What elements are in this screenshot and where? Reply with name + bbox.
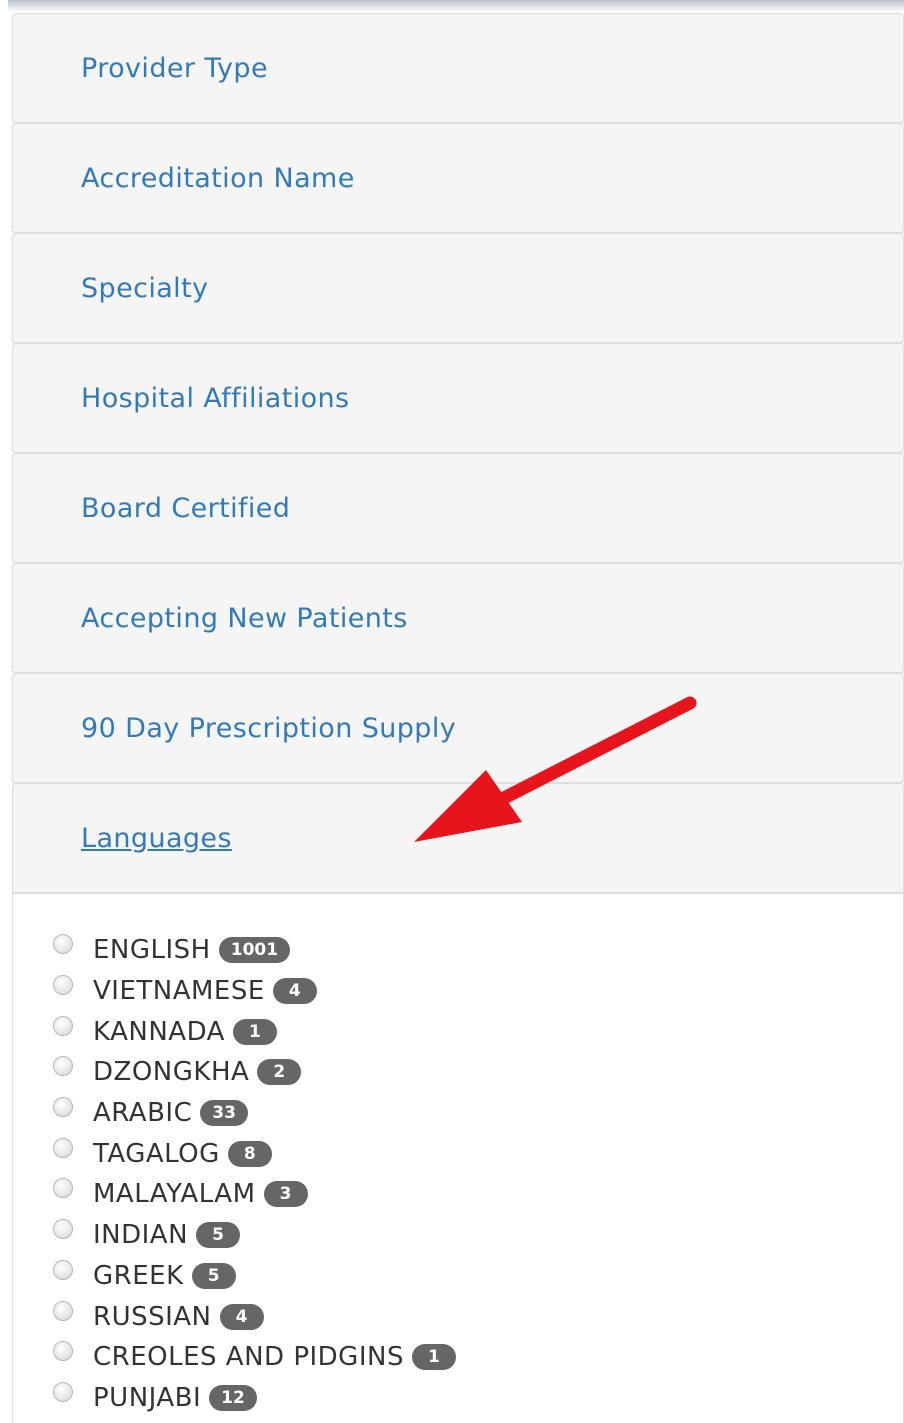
count-badge: 5: [196, 1222, 241, 1249]
language-option[interactable]: GREEK 5: [53, 1256, 903, 1297]
language-label: DZONGKHA: [93, 1057, 250, 1088]
filter-panel-specialty[interactable]: Specialty: [12, 233, 904, 343]
language-option[interactable]: VIETNAMESE 4: [53, 971, 903, 1012]
count-badge: 2: [257, 1059, 302, 1086]
language-label: ENGLISH: [93, 935, 211, 966]
language-option[interactable]: PUNJABI 12: [53, 1378, 903, 1419]
count-badge: 1: [232, 1018, 277, 1045]
language-label: PUNJABI: [93, 1382, 202, 1413]
filter-panel-accepting-new-patients[interactable]: Accepting New Patients: [12, 563, 904, 673]
filter-link-board-certified[interactable]: Board Certified: [81, 493, 290, 524]
language-option[interactable]: DZONGKHA 2: [53, 1052, 903, 1093]
radio-button[interactable]: [53, 1056, 73, 1077]
filter-link-specialty[interactable]: Specialty: [81, 273, 208, 304]
count-badge: 5: [191, 1262, 236, 1289]
radio-button[interactable]: [53, 934, 73, 955]
language-label: VIETNAMESE: [93, 976, 265, 1007]
language-label: INDIAN: [93, 1220, 189, 1251]
count-badge: 12: [209, 1384, 257, 1411]
language-option[interactable]: ENGLISH 1001: [53, 930, 903, 971]
language-label: KANNADA: [93, 1016, 225, 1047]
radio-button[interactable]: [53, 1137, 73, 1158]
radio-button[interactable]: [53, 1219, 73, 1240]
filter-link-90-day-prescription-supply[interactable]: 90 Day Prescription Supply: [81, 713, 456, 744]
language-option[interactable]: INDIAN 5: [53, 1215, 903, 1256]
count-badge: 4: [272, 978, 317, 1005]
radio-button[interactable]: [53, 1341, 73, 1362]
radio-button[interactable]: [53, 1259, 73, 1280]
count-badge: 33: [200, 1100, 248, 1127]
language-option[interactable]: MALAYALAM 3: [53, 1174, 903, 1215]
top-edge-shadow: [8, 0, 904, 12]
language-label: RUSSIAN: [93, 1301, 212, 1332]
language-option[interactable]: RUSSIAN 4: [53, 1296, 903, 1337]
language-option[interactable]: CREOLES AND PIDGINS 1: [53, 1337, 903, 1378]
language-label: TAGALOG: [93, 1138, 220, 1169]
language-label: CREOLES AND PIDGINS: [93, 1342, 404, 1373]
count-badge: 8: [227, 1140, 272, 1167]
count-badge: 3: [263, 1181, 308, 1208]
radio-button[interactable]: [53, 975, 73, 996]
filter-link-hospital-affiliations[interactable]: Hospital Affiliations: [81, 383, 350, 414]
language-option[interactable]: ARABIC 33: [53, 1093, 903, 1134]
count-badge: 4: [219, 1303, 264, 1330]
filter-panel-languages[interactable]: Languages: [12, 783, 904, 893]
language-option[interactable]: KANNADA 1: [53, 1011, 903, 1052]
filter-link-accreditation-name[interactable]: Accreditation Name: [81, 163, 355, 194]
count-badge: 1: [411, 1344, 456, 1371]
language-label: MALAYALAM: [93, 1179, 256, 1210]
count-badge: 1001: [218, 937, 291, 964]
filter-accordion: Provider Type Accreditation Name Special…: [12, 13, 904, 1423]
filter-link-accepting-new-patients[interactable]: Accepting New Patients: [81, 603, 408, 634]
filter-panel-board-certified[interactable]: Board Certified: [12, 453, 904, 563]
language-label: ARABIC: [93, 1098, 193, 1129]
radio-button[interactable]: [53, 1381, 73, 1402]
language-label: GREEK: [93, 1260, 184, 1291]
filter-panel-90-day-prescription-supply[interactable]: 90 Day Prescription Supply: [12, 673, 904, 783]
filter-panel-provider-type[interactable]: Provider Type: [12, 13, 904, 123]
languages-options-panel: ENGLISH 1001 VIETNAMESE 4 KANNADA 1 DZON…: [12, 893, 904, 1423]
radio-button[interactable]: [53, 1178, 73, 1199]
radio-button[interactable]: [53, 1300, 73, 1321]
filter-link-provider-type[interactable]: Provider Type: [81, 53, 268, 84]
radio-button[interactable]: [53, 1097, 73, 1118]
filter-panel-hospital-affiliations[interactable]: Hospital Affiliations: [12, 343, 904, 453]
radio-button[interactable]: [53, 1015, 73, 1036]
filter-link-languages[interactable]: Languages: [81, 823, 232, 854]
filter-panel-accreditation-name[interactable]: Accreditation Name: [12, 123, 904, 233]
language-option[interactable]: TAGALOG 8: [53, 1133, 903, 1174]
